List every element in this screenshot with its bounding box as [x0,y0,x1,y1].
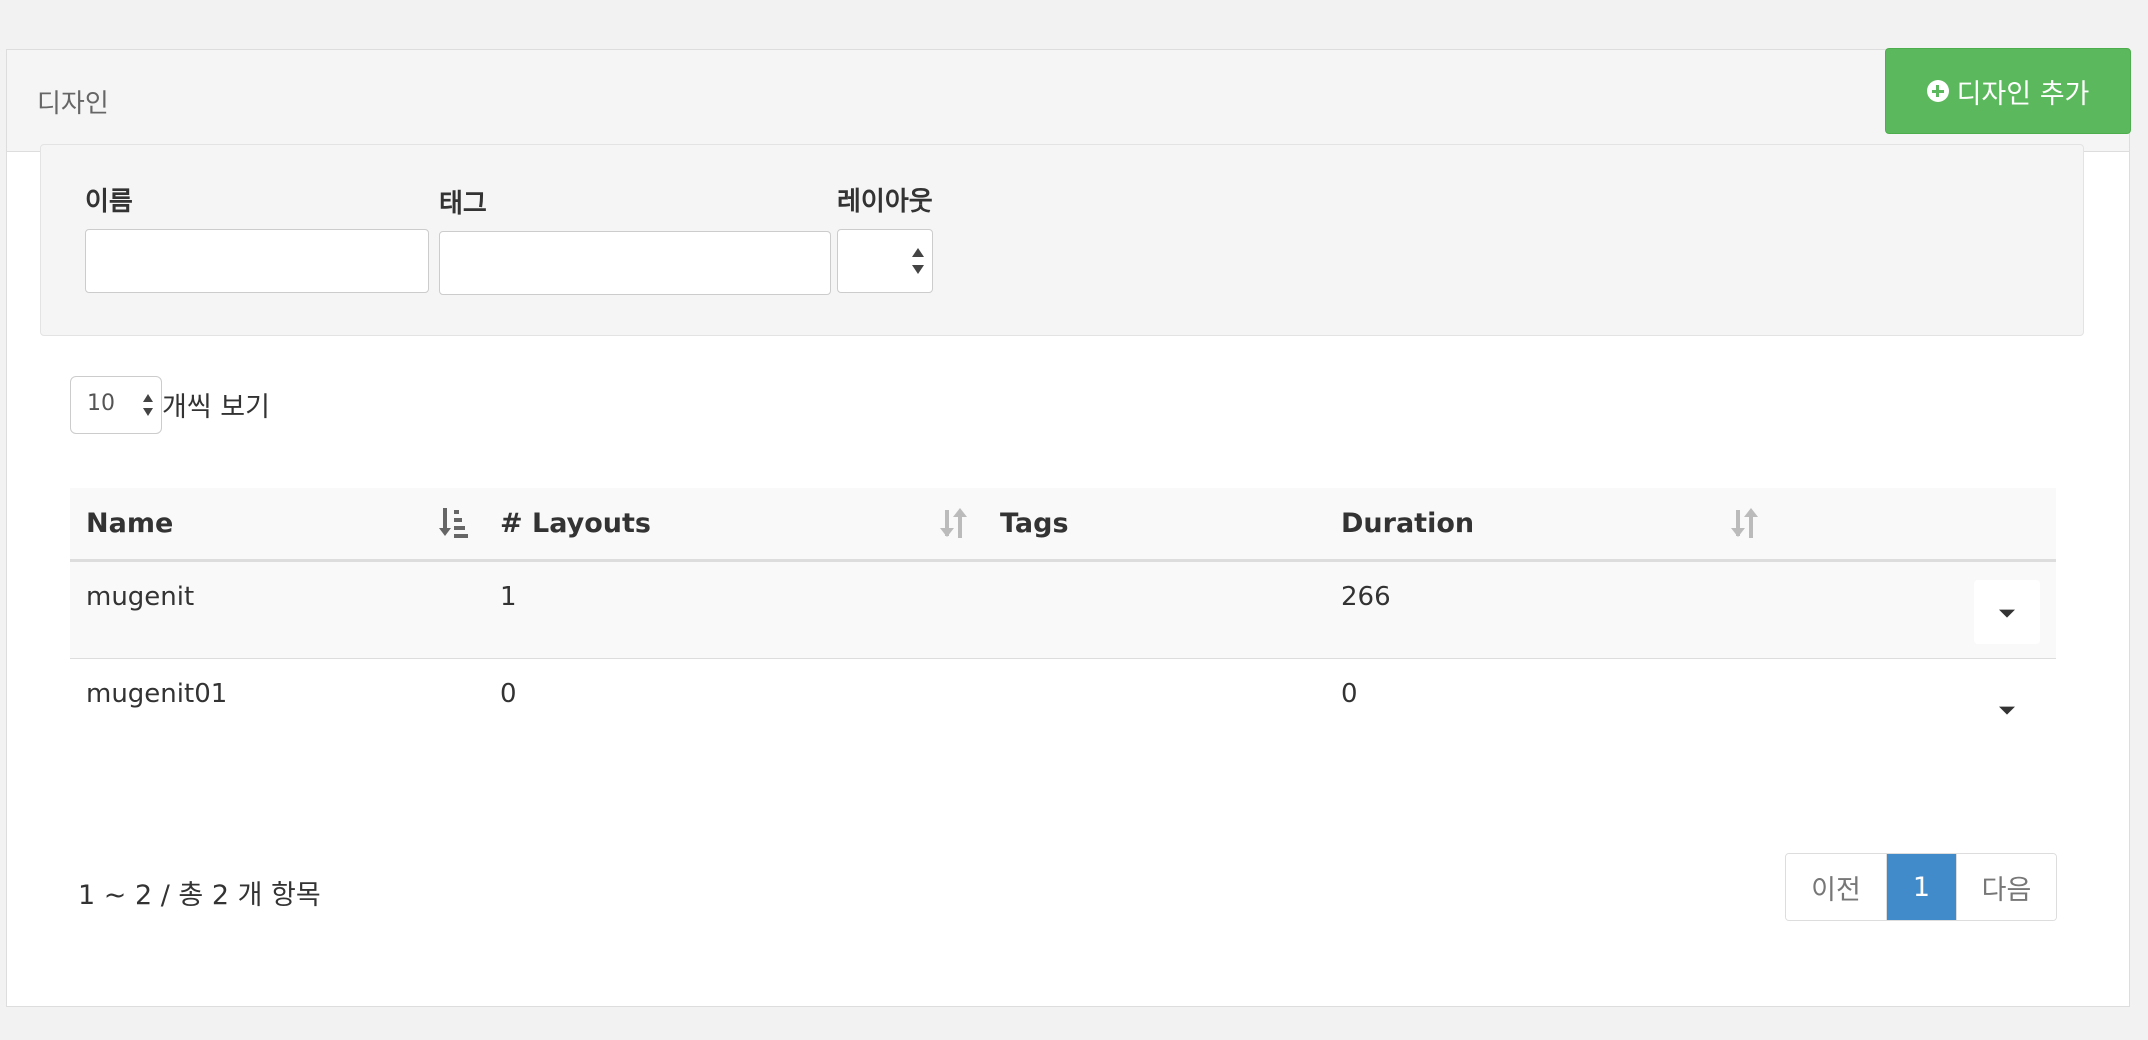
page-length-label: 개씩 보기 [162,392,270,423]
name-filter-label: 이름 [85,187,133,217]
column-header-layouts[interactable]: # Layouts [484,488,984,562]
layout-filter-label: 레이아웃 [837,187,933,217]
row-actions-dropdown-button[interactable] [1974,677,2040,741]
pagination: 이전 1 다음 [1785,853,2057,921]
table-row[interactable]: mugenit01 0 0 [70,657,2056,756]
column-header-label: Tags [1000,507,1069,539]
pagination-previous[interactable]: 이전 [1786,854,1886,920]
column-header-duration[interactable]: Duration [1325,488,1775,562]
sort-both-icon [1731,508,1759,539]
cell-tags [984,560,1325,658]
column-header-label: Name [86,507,174,539]
page-length-value: 10 [87,391,115,416]
caret-down-icon [1999,609,2015,618]
plus-circle-icon [1926,80,1949,102]
filter-form: 이름 태그 레이아웃 [40,144,2084,336]
column-header-tags: Tags [984,488,1325,562]
column-header-actions [1775,488,2056,562]
cell-layouts: 1 [500,581,517,612]
table-row[interactable]: mugenit 1 266 [70,560,2056,658]
cell-tags [984,657,1325,756]
name-filter-input[interactable] [85,229,429,293]
pagination-page-1[interactable]: 1 [1886,854,1956,920]
cell-actions [1775,560,2056,658]
sort-both-icon [940,508,968,539]
table-info: 1 ~ 2 / 총 2 개 항목 [78,880,321,911]
add-design-button-label: 디자인 추가 [1956,78,2090,110]
column-header-name[interactable]: Name [70,488,484,562]
column-header-label: Duration [1341,507,1475,539]
column-header-label: # Layouts [500,507,651,539]
sort-ascending-icon [439,508,468,539]
pagination-next[interactable]: 다음 [1956,854,2056,920]
page-title: 디자인 [37,89,109,119]
row-actions-dropdown-button[interactable] [1974,579,2040,644]
table-header-row: Name # Layouts Tags Duration [70,488,2056,562]
cell-duration: 266 [1341,581,1391,612]
select-arrows-icon [143,394,153,416]
designs-table: Name # Layouts Tags Duration mugenit 1 2… [70,488,2056,756]
layout-filter-select[interactable] [837,229,933,293]
add-design-button[interactable]: 디자인 추가 [1885,48,2131,134]
cell-actions [1775,657,2056,756]
cell-layouts: 0 [484,657,984,756]
panel-heading: 디자인 디자인 추가 [7,48,2131,152]
cell-duration: 0 [1325,657,1775,756]
cell-name: mugenit01 [70,657,484,756]
select-arrows-icon [912,248,924,274]
cell-name: mugenit [86,581,195,612]
caret-down-icon [1999,706,2015,715]
tag-filter-input[interactable] [439,231,831,295]
page-length-select[interactable]: 10 [70,376,162,434]
tag-filter-label: 태그 [439,189,487,219]
